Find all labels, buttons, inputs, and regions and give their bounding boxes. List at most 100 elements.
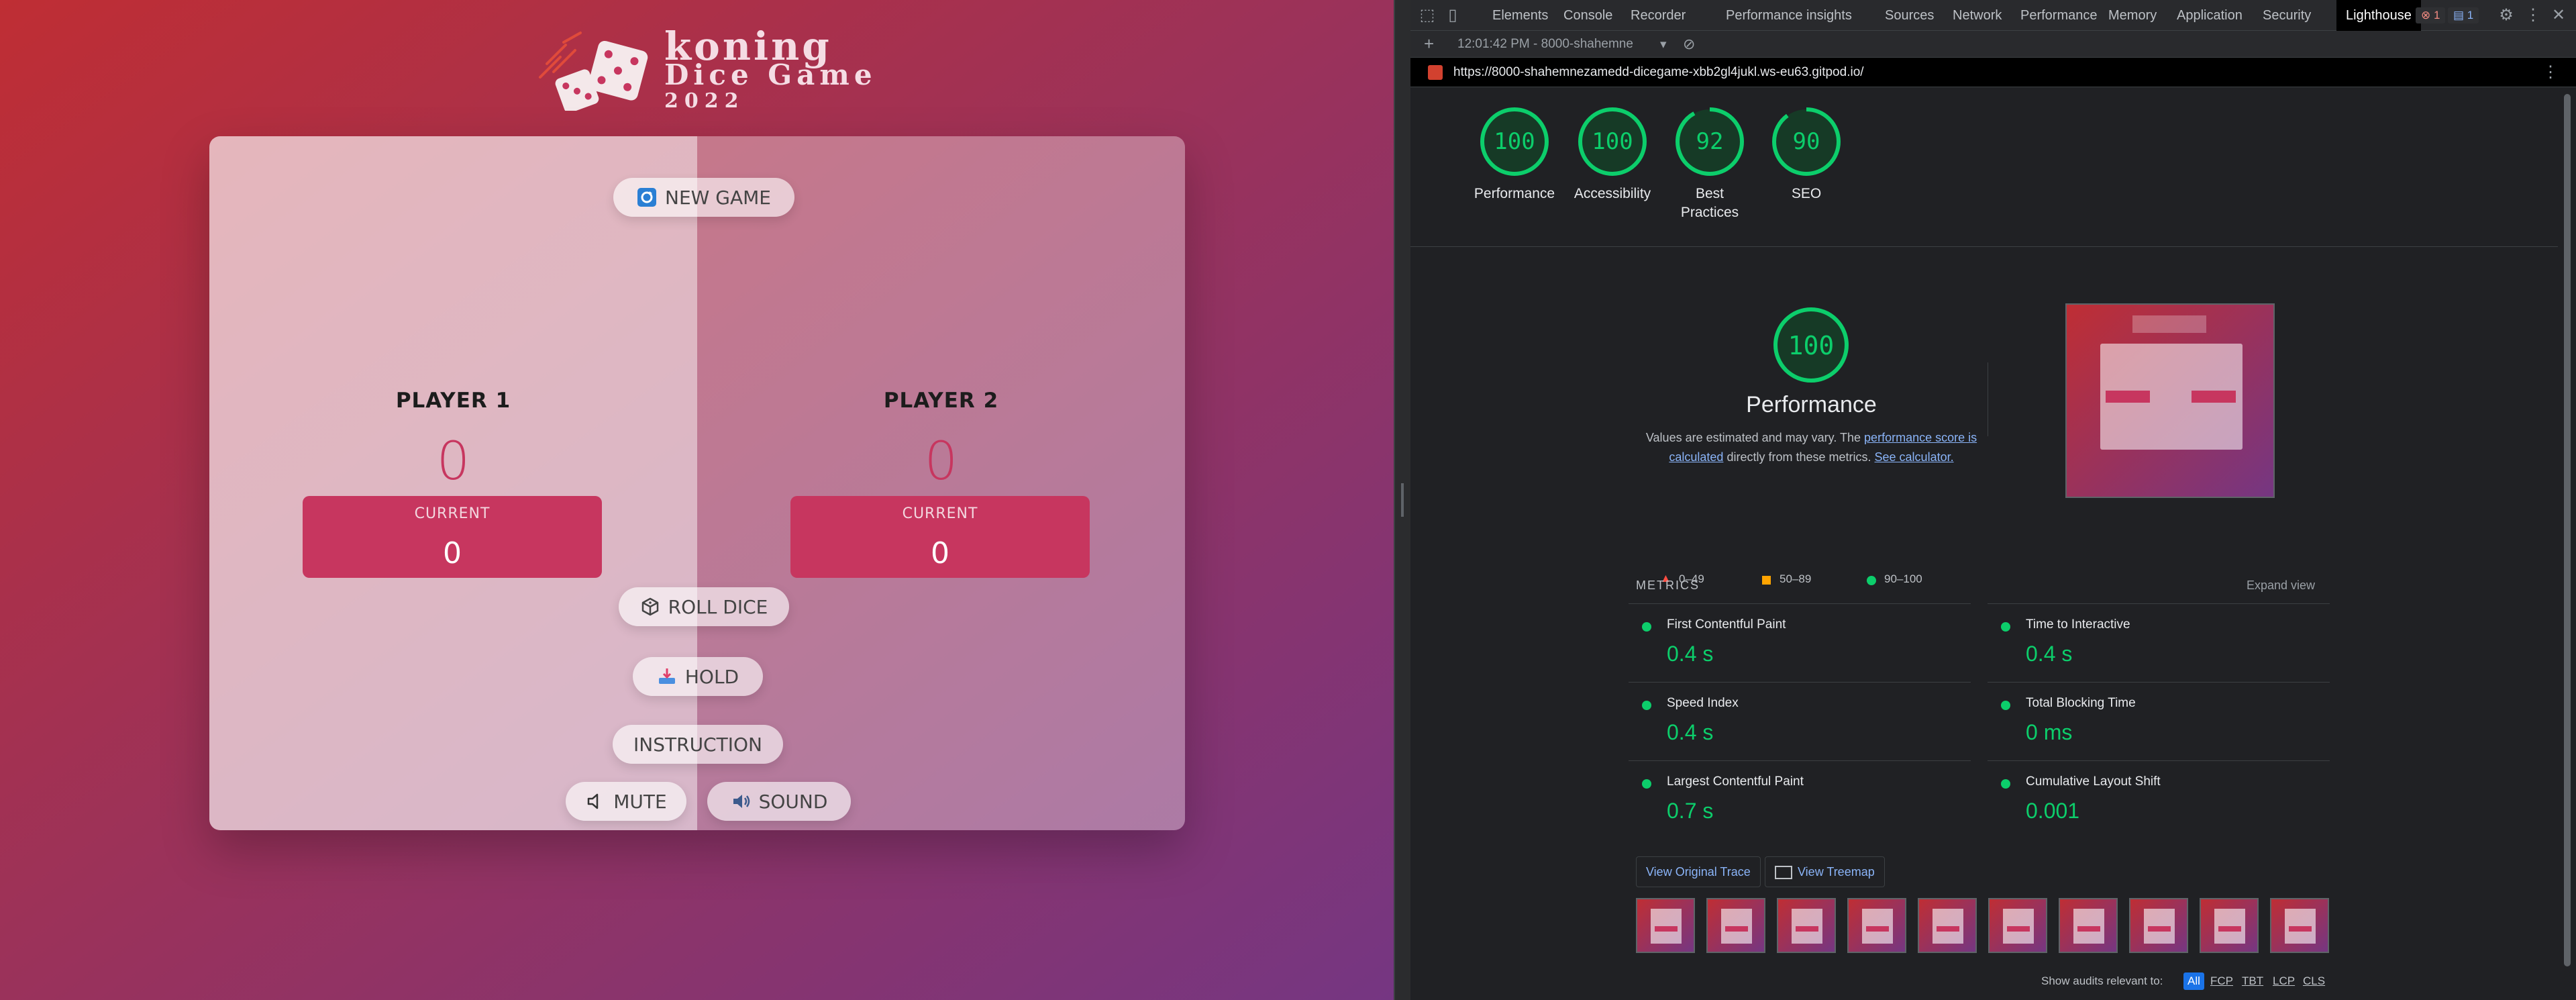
- roll-dice-button[interactable]: ROLL DICE: [619, 587, 789, 626]
- metric-lcp: Largest Contentful Paint 0.7 s: [1629, 760, 1971, 840]
- error-icon: ⊗: [2421, 9, 2431, 21]
- gauge-accessibility-value: 100: [1592, 128, 1633, 155]
- final-screenshot[interactable]: [2065, 303, 2275, 498]
- report-scrollbar[interactable]: [2558, 87, 2576, 1000]
- view-treemap-button[interactable]: View Treemap: [1765, 856, 1885, 887]
- filter-cls[interactable]: CLS: [2303, 974, 2325, 988]
- score-legend: ▲ 0–49 50–89 90–100: [1660, 572, 1969, 589]
- tab-performance-insights[interactable]: Performance insights: [1726, 0, 1852, 31]
- pass-circle-icon: [2001, 779, 2010, 789]
- instruction-button[interactable]: INSTRUCTION: [613, 725, 783, 764]
- current-label: CURRENT: [902, 505, 978, 522]
- treemap-icon: [1775, 866, 1792, 880]
- device-toolbar-icon[interactable]: ▯: [1443, 5, 1463, 26]
- tab-console[interactable]: Console: [1563, 0, 1612, 31]
- metric-name: Total Blocking Time: [2026, 696, 2136, 710]
- logo-subtitle: Dice Game: [664, 58, 877, 91]
- tab-performance[interactable]: Performance: [2020, 0, 2098, 31]
- gauge-seo[interactable]: 90 SEO: [1766, 105, 1847, 203]
- see-calculator-link[interactable]: See calculator.: [1875, 450, 1954, 464]
- more-options-icon[interactable]: ⋮: [2523, 5, 2543, 26]
- player-1-current-box: CURRENT 0: [303, 496, 602, 578]
- panel-resizer[interactable]: [1394, 0, 1410, 1000]
- new-game-button[interactable]: NEW GAME: [613, 178, 794, 217]
- settings-gear-icon[interactable]: ⚙: [2496, 5, 2516, 26]
- metric-value: 0 ms: [2026, 720, 2073, 744]
- inspect-element-icon[interactable]: ⬚: [1417, 5, 1437, 26]
- lighthouse-toolbar: + 12:01:42 PM - 8000-shahemne ▾ ⊘: [1410, 31, 2576, 58]
- tab-network[interactable]: Network: [1953, 0, 2002, 31]
- report-url: https://8000-shahemnezamedd-dicegame-xbb…: [1453, 65, 1864, 79]
- chevron-down-icon[interactable]: ▾: [1660, 37, 1667, 52]
- metric-value: 0.001: [2026, 799, 2080, 823]
- report-menu-icon[interactable]: ⋮: [2542, 58, 2559, 87]
- metric-name: First Contentful Paint: [1667, 617, 1786, 632]
- gauge-performance[interactable]: 100 Performance: [1464, 105, 1565, 203]
- pass-circle-icon: [1642, 779, 1651, 789]
- audit-filter-bar: Show audits relevant to: All FCP TBT LCP…: [2041, 972, 2325, 992]
- legend-average: 50–89: [1780, 572, 1812, 585]
- performance-title: Performance: [1746, 392, 1877, 417]
- filter-all[interactable]: All: [2183, 972, 2204, 990]
- metric-value: 0.4 s: [1667, 642, 1714, 666]
- sound-button[interactable]: SOUND: [707, 782, 851, 821]
- report-selector[interactable]: 12:01:42 PM - 8000-shahemne: [1457, 37, 1633, 52]
- gauge-performance-value: 100: [1494, 128, 1535, 155]
- tab-memory[interactable]: Memory: [2108, 0, 2157, 31]
- message-icon: ▤: [2453, 9, 2465, 21]
- game-board: PLAYER 1 0 CURRENT 0 PLAYER 2 0 CURRENT …: [209, 136, 1185, 830]
- hold-button[interactable]: HOLD: [633, 657, 763, 696]
- message-badge[interactable]: ▤ 1: [2448, 7, 2479, 23]
- filter-tbt[interactable]: TBT: [2242, 974, 2263, 988]
- filmstrip-frame: [2200, 898, 2259, 953]
- gauge-accessibility-label: Accessibility: [1574, 186, 1651, 201]
- mute-button[interactable]: MUTE: [566, 782, 686, 821]
- tab-application[interactable]: Application: [2177, 0, 2243, 31]
- mute-label: MUTE: [613, 790, 667, 813]
- gauge-best-practices[interactable]: 92 Best Practices: [1669, 105, 1750, 222]
- pass-circle-icon: [1642, 701, 1651, 710]
- thumbnail-current-1: [2106, 391, 2150, 403]
- scrollbar-thumb[interactable]: [2564, 94, 2571, 966]
- error-count: 1: [2433, 9, 2440, 21]
- filter-fcp[interactable]: FCP: [2210, 974, 2233, 988]
- lighthouse-favicon-icon: [1428, 65, 1443, 80]
- pass-circle-icon: [1642, 622, 1651, 632]
- logo-year: 2022: [664, 89, 745, 113]
- speaker-mute-icon: [588, 793, 599, 809]
- tab-security[interactable]: Security: [2263, 0, 2311, 31]
- desc-prefix: Values are estimated and may vary. The: [1645, 431, 1865, 444]
- gauge-accessibility[interactable]: 100 Accessibility: [1562, 105, 1663, 203]
- filmstrip-frame: [1706, 898, 1765, 953]
- metric-name: Time to Interactive: [2026, 617, 2130, 632]
- tab-recorder[interactable]: Recorder: [1631, 0, 1686, 31]
- tab-lighthouse[interactable]: Lighthouse: [2336, 0, 2421, 31]
- roll-dice-label: ROLL DICE: [668, 595, 768, 618]
- dice-icon: [641, 597, 658, 616]
- average-square-icon: [1762, 576, 1771, 585]
- close-devtools-icon[interactable]: ✕: [2548, 5, 2569, 26]
- tab-elements[interactable]: Elements: [1492, 0, 1548, 31]
- tab-sources[interactable]: Sources: [1885, 0, 1934, 31]
- filmstrip-frame: [1918, 898, 1977, 953]
- expand-view-toggle[interactable]: Expand view: [2247, 579, 2315, 593]
- thumbnail-current-2: [2192, 391, 2236, 403]
- player-1-current-score: 0: [443, 536, 462, 570]
- pass-circle-icon: [2001, 701, 2010, 710]
- metric-name: Speed Index: [1667, 696, 1739, 710]
- player-2-name: PLAYER 2: [883, 389, 999, 413]
- filter-lcp[interactable]: LCP: [2273, 974, 2295, 988]
- view-original-trace-button[interactable]: View Original Trace: [1636, 856, 1761, 887]
- speaker-sound-icon: [733, 795, 750, 808]
- message-count: 1: [2467, 9, 2474, 21]
- hold-label: HOLD: [684, 665, 739, 688]
- current-label: CURRENT: [414, 505, 491, 522]
- metric-value: 0.4 s: [1667, 720, 1714, 744]
- player-2-score: 0: [924, 432, 958, 492]
- devtools-panel: ⬚ ▯ Elements Console Recorder Performanc…: [1410, 0, 2576, 1000]
- clear-report-icon[interactable]: ⊘: [1683, 36, 1695, 53]
- new-report-icon[interactable]: +: [1424, 34, 1434, 54]
- instruction-label: INSTRUCTION: [633, 733, 762, 756]
- error-badge[interactable]: ⊗ 1: [2416, 7, 2446, 23]
- report-url-bar: https://8000-shahemnezamedd-dicegame-xbb…: [1410, 58, 2576, 87]
